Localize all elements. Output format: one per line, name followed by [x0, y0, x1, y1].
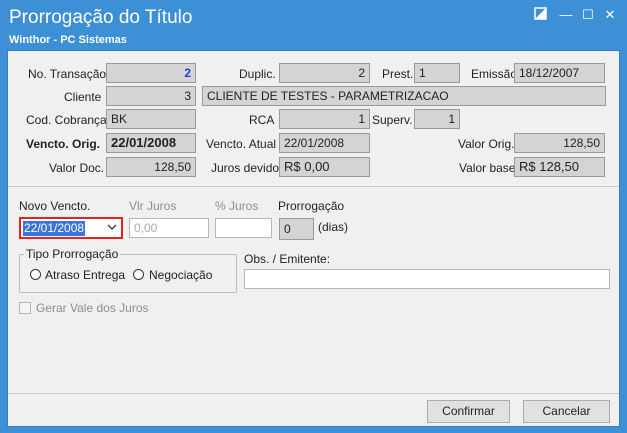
- obs-label: Obs. / Emitente:: [244, 252, 331, 266]
- dialog-window: Prorrogação do Título Winthor - PC Siste…: [0, 0, 627, 433]
- duplic-label: Duplic.: [239, 67, 276, 81]
- valor-base-label: Valor base: [459, 161, 516, 175]
- superv-label: Superv.: [372, 113, 413, 127]
- cliente-name-field: CLIENTE DE TESTES - PARAMETRIZACAO: [202, 86, 606, 106]
- vlr-juros-input[interactable]: 0,00: [129, 218, 209, 238]
- minimize-icon[interactable]: —: [556, 7, 576, 23]
- valor-orig-field: 128,50: [514, 133, 605, 153]
- dialog-body: No. Transação 2 Duplic. 2 Prest. 1 Emiss…: [7, 50, 620, 427]
- cod-cobranca-label: Cod. Cobrança: [26, 113, 107, 127]
- vlr-juros-label: Vlr Juros: [129, 199, 177, 213]
- rca-field: 1: [279, 109, 370, 129]
- superv-field: 1: [414, 109, 460, 129]
- novo-vencto-value: 22/01/2008: [23, 221, 86, 236]
- radio-atraso-entrega-label[interactable]: Atraso Entrega: [45, 266, 125, 284]
- separator-top: [8, 186, 619, 187]
- cliente-label: Cliente: [64, 90, 102, 104]
- gerar-vale-checkbox[interactable]: [19, 302, 31, 314]
- prest-field: 1: [414, 63, 460, 83]
- rca-label: RCA: [249, 113, 275, 127]
- title-bar[interactable]: Prorrogação do Título Winthor - PC Siste…: [0, 0, 627, 50]
- prorrogacao-unit: (dias): [318, 220, 349, 234]
- cod-cobranca-field: BK: [106, 109, 196, 129]
- close-icon[interactable]: ✕: [600, 7, 620, 23]
- emissao-field: 18/12/2007: [514, 63, 605, 83]
- window-subtitle: Winthor - PC Sistemas: [9, 34, 127, 46]
- no-transacao-label: No. Transação: [28, 67, 107, 81]
- prest-label: Prest.: [382, 67, 414, 81]
- confirmar-button[interactable]: Confirmar: [427, 400, 510, 423]
- cliente-code-field: 3: [106, 86, 196, 106]
- chevron-down-icon[interactable]: [107, 220, 117, 237]
- radio-atraso-entrega[interactable]: [30, 269, 41, 280]
- novo-vencto-select[interactable]: 22/01/2008: [19, 217, 123, 239]
- duplic-field: 2: [279, 63, 370, 83]
- vencto-atual-label: Vencto. Atual: [206, 137, 277, 151]
- separator-bottom: [8, 393, 619, 394]
- gerar-vale-label: Gerar Vale dos Juros: [36, 301, 149, 315]
- radio-negociacao[interactable]: [133, 269, 144, 280]
- vencto-atual-field: 22/01/2008: [279, 133, 370, 153]
- prorrogacao-label: Prorrogação: [278, 199, 345, 213]
- valor-orig-label: Valor Orig.: [458, 137, 515, 151]
- tipo-prorrogacao-title: Tipo Prorrogação: [24, 247, 121, 261]
- pct-juros-input[interactable]: [215, 218, 272, 238]
- pct-juros-label: % Juros: [215, 199, 259, 213]
- juros-devido-field: R$ 0,00: [279, 157, 370, 177]
- no-transacao-field: 2: [106, 63, 196, 83]
- valor-doc-label: Valor Doc.: [49, 161, 105, 175]
- vencto-orig-field: 22/01/2008: [106, 133, 196, 153]
- valor-base-field: R$ 128,50: [514, 157, 605, 177]
- juros-devido-label: Juros devido: [211, 161, 280, 175]
- maximize-icon[interactable]: ☐: [578, 7, 598, 23]
- valor-doc-field: 128,50: [106, 157, 196, 177]
- vencto-orig-label: Vencto. Orig.: [26, 137, 101, 151]
- obs-input[interactable]: [244, 269, 610, 289]
- emissao-label: Emissão: [471, 67, 518, 81]
- novo-vencto-label: Novo Vencto.: [19, 199, 91, 213]
- prorrogacao-field: 0: [279, 218, 314, 240]
- cancelar-button[interactable]: Cancelar: [523, 400, 610, 423]
- restore-icon[interactable]: [530, 7, 550, 23]
- window-title: Prorrogação do Título: [9, 7, 193, 28]
- radio-negociacao-label[interactable]: Negociação: [149, 266, 212, 284]
